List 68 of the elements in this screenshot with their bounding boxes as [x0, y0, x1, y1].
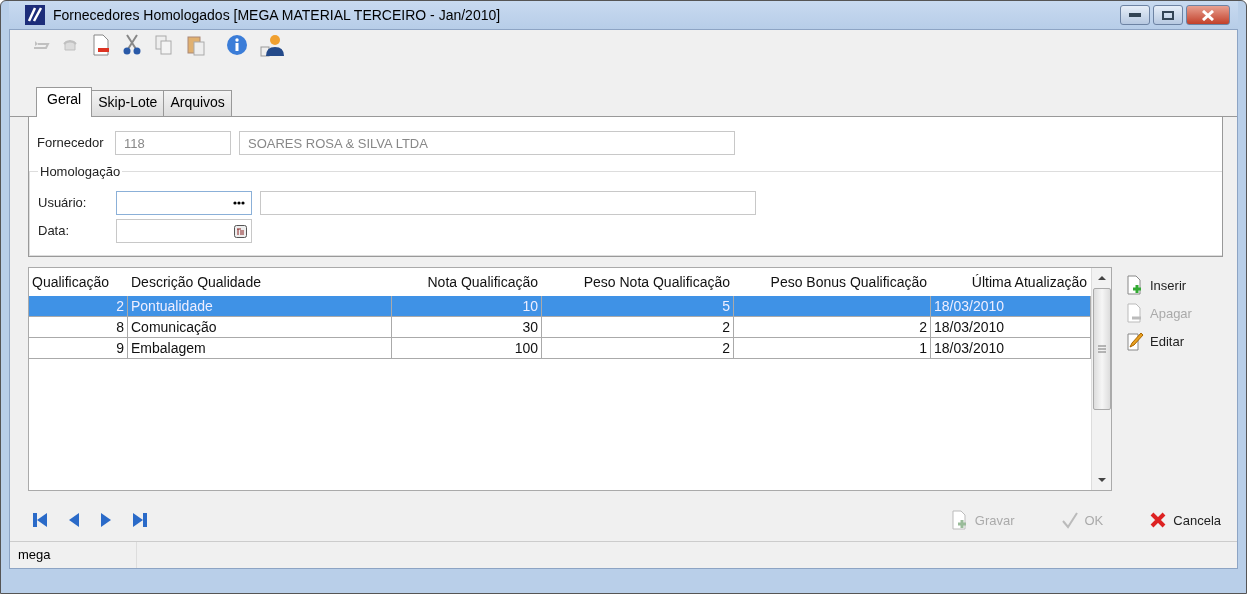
previous-record-icon[interactable]: [68, 511, 80, 529]
scissors-icon[interactable]: [122, 34, 142, 56]
table-cell: 2: [734, 317, 931, 338]
checkmark-icon: [1060, 511, 1079, 529]
minimize-icon: [1129, 13, 1141, 17]
scrollbar[interactable]: [1091, 268, 1111, 490]
column-header[interactable]: Peso Bonus Qualificação: [734, 274, 931, 290]
maximize-button[interactable]: [1153, 5, 1183, 25]
table-cell: Embalagem: [128, 338, 392, 359]
table-cell: Comunicação: [128, 317, 392, 338]
tab[interactable]: Arquivos: [163, 90, 232, 116]
window-title: Fornecedores Homologados [MEGA MATERIAL TERCEIRO - Jan/2010]: [53, 7, 502, 23]
column-header[interactable]: Última Atualização: [931, 274, 1091, 290]
scroll-thumb[interactable]: [1092, 288, 1111, 410]
document-icon[interactable]: [92, 34, 110, 56]
last-record-icon[interactable]: [132, 511, 148, 529]
user-icon[interactable]: [260, 33, 284, 57]
table-cell: 5: [542, 296, 734, 317]
field-label: Fornecedor: [37, 134, 105, 152]
scroll-down-icon: [1097, 476, 1106, 484]
input-field[interactable]: [116, 191, 252, 215]
close-icon: [1149, 511, 1168, 529]
table-cell: 100: [392, 338, 542, 359]
info-icon[interactable]: [226, 34, 248, 56]
toolbar-button[interactable]: Editar: [1120, 329, 1198, 353]
close-button[interactable]: [1186, 5, 1230, 25]
scroll-up-icon: [1097, 274, 1106, 282]
footer-button[interactable]: Cancela: [1143, 509, 1227, 531]
field-label: Usuário:: [38, 194, 88, 212]
table-cell: 30: [392, 317, 542, 338]
column-header[interactable]: Descrição Qualidade: [128, 274, 392, 290]
date-field[interactable]: [116, 219, 252, 243]
column-header[interactable]: Qualificação: [29, 274, 128, 290]
add-document-icon: [1126, 275, 1144, 295]
column-header[interactable]: Peso Nota Qualificação: [542, 274, 734, 290]
group-title: Homologação: [38, 164, 123, 179]
table-row[interactable]: 9 Embalagem 100 2 1 18/03/2010: [29, 338, 1091, 359]
add-document-icon: [950, 510, 969, 530]
tab[interactable]: Geral: [36, 87, 93, 117]
pencil-document-icon: [1126, 331, 1144, 351]
app-logo-icon: [25, 5, 45, 25]
column-header[interactable]: Nota Qualificação: [392, 274, 542, 290]
toolbar-button[interactable]: Inserir: [1120, 273, 1198, 297]
table-cell: 2: [542, 317, 734, 338]
table-cell: 8: [29, 317, 128, 338]
input-field[interactable]: [260, 191, 756, 215]
table-cell: 10: [392, 296, 542, 317]
document-icon: [1126, 303, 1144, 323]
clipboard-icon[interactable]: [186, 34, 206, 56]
next-record-icon[interactable]: [100, 511, 112, 529]
ellipsis-icon: [233, 201, 245, 205]
table-cell: 9: [29, 338, 128, 359]
tab[interactable]: Skip-Lote: [91, 90, 165, 116]
table-cell: 18/03/2010: [931, 296, 1091, 317]
table-cell: 2: [542, 338, 734, 359]
status-text: mega: [10, 542, 137, 568]
table-row[interactable]: 8 Comunicação 30 2 2 18/03/2010: [29, 317, 1091, 338]
input-field[interactable]: SOARES ROSA & SILVA LTDA: [239, 131, 735, 155]
close-icon: [1201, 9, 1215, 21]
maximize-icon: [1162, 10, 1174, 20]
first-record-icon[interactable]: [32, 511, 48, 529]
table-cell: 1: [734, 338, 931, 359]
field-label: Data:: [38, 222, 71, 240]
input-field[interactable]: 118: [115, 131, 231, 155]
table-cell: 2: [29, 296, 128, 317]
table-cell: Pontualidade: [128, 296, 392, 317]
calendar-icon: [234, 224, 247, 238]
minimize-button[interactable]: [1120, 5, 1150, 25]
